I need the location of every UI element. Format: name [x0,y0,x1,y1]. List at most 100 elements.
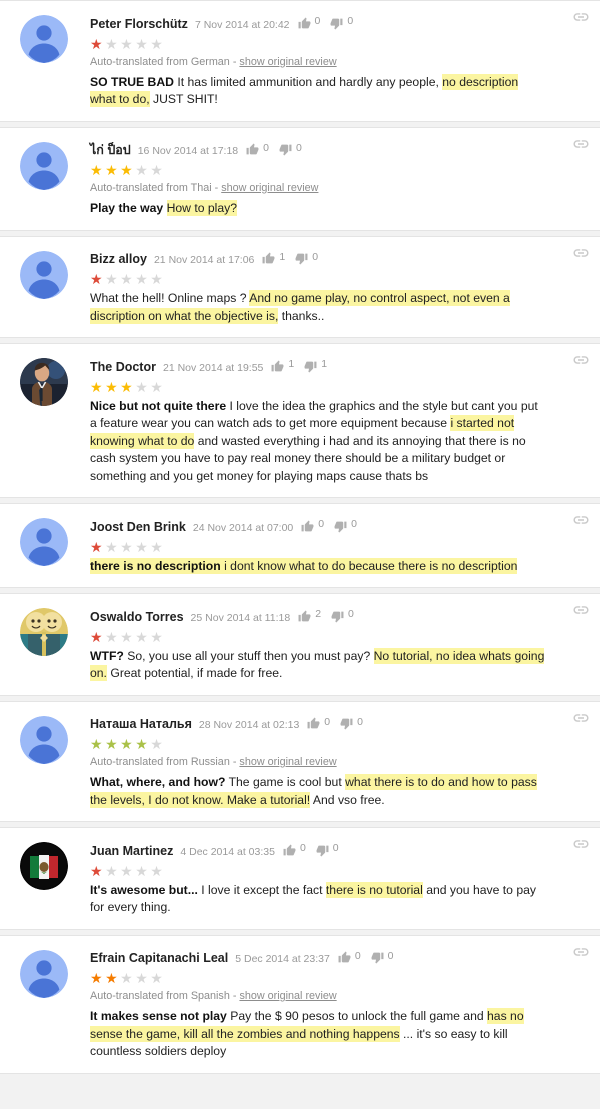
show-original-review-link[interactable]: show original review [239,990,336,1002]
thumbs-down-group[interactable]: 0 [279,140,302,156]
review-card: Juan Martinez 4 Dec 2014 at 03:35 0 0 ★★★★… [0,827,600,930]
translation-note: Auto-translated from Spanish - show orig… [90,989,546,1003]
star-empty-icon: ★ [120,35,136,52]
review-body: Oswaldo Torres 25 Nov 2014 at 11:18 2 0 ★★… [90,606,586,683]
link-icon[interactable] [572,351,590,369]
translation-note: Auto-translated from Russian - show orig… [90,755,546,769]
thumbs-up-count: 0 [299,842,306,854]
review-text: Nice but not quite there I love the idea… [90,398,546,486]
review-text-segment: JUST SHIT! [149,92,218,106]
review-meta: Наташа Наталья 28 Nov 2014 at 02:13 0 0 [90,714,546,734]
thumbs-up-icon[interactable] [307,717,320,730]
star-empty-icon: ★ [150,35,166,52]
thumbs-down-count: 0 [351,518,357,530]
show-original-review-link[interactable]: show original review [221,182,318,194]
thumbs-down-count: 0 [348,608,354,620]
avatar-image [20,15,68,63]
thumbs-down-icon[interactable] [279,143,292,156]
thumbs-up-icon[interactable] [262,252,275,265]
thumbs-up-icon[interactable] [338,951,351,964]
star-filled-icon: ★ [105,162,121,178]
star-filled-icon: ★ [90,736,106,752]
link-icon[interactable] [572,511,590,529]
rating-stars: ★★★★★ [90,629,546,645]
review-text-highlight: How to play? [166,200,238,216]
review-card: Peter Florschütz 7 Nov 2014 at 20:42 0 0 ★… [0,0,600,122]
thumbs-up-icon[interactable] [271,360,284,373]
thumbs-down-group[interactable]: 1 [304,356,327,372]
review-body: Juan Martinez 4 Dec 2014 at 03:35 0 0 ★★★★… [90,840,586,917]
thumbs-up-group[interactable]: 0 [246,140,269,156]
thumbs-up-group[interactable]: 1 [262,249,285,265]
thumbs-up-icon[interactable] [298,17,311,30]
star-empty-icon: ★ [150,162,166,178]
thumbs-up-group[interactable]: 2 [298,606,321,622]
avatar [20,948,68,998]
review-title: Nice but not quite there [90,398,227,413]
thumbs-up-group[interactable]: 0 [283,840,306,856]
translation-note: Auto-translated from Thai - show origina… [90,181,546,195]
thumbs-down-icon[interactable] [331,610,344,623]
thumbs-up-group[interactable]: 0 [301,516,324,532]
thumbs-up-count: 2 [315,608,322,620]
rating-stars: ★★★★★ [90,379,546,395]
star-filled-icon: ★ [90,970,106,986]
review-title: WTF? [90,648,124,663]
thumbs-up-group[interactable]: 0 [338,948,361,964]
thumbs-down-group[interactable]: 0 [371,948,394,964]
thumbs-up-group[interactable]: 1 [271,356,294,372]
thumbs-down-group[interactable]: 0 [316,840,339,856]
review-text: Play the way How to play? [90,200,546,218]
thumbs-up-icon[interactable] [283,844,296,857]
thumbs-up-group[interactable]: 0 [298,13,321,30]
link-icon[interactable] [572,8,590,26]
thumbs-down-icon[interactable] [334,520,347,533]
star-empty-icon: ★ [150,628,166,645]
review-text: there is no description i dont know what… [90,557,546,576]
review-text-segment: And vso free. [310,792,385,807]
review-text-highlight: there is no tutorial [325,881,423,898]
thumbs-down-icon[interactable] [371,951,384,964]
show-original-review-link[interactable]: show original review [239,756,336,768]
thumbs-up-icon[interactable] [246,143,259,156]
review-text: What, where, and how? The game is cool b… [90,774,546,809]
thumbs-up-group[interactable]: 0 [307,714,330,730]
rating-stars: ★★★★★ [90,736,546,752]
review-card: Efrain Capitanachi Leal 5 Dec 2014 at 23:… [0,934,600,1074]
link-icon[interactable] [572,135,590,153]
avatar-image [20,608,68,656]
link-icon[interactable] [572,943,590,961]
link-icon[interactable] [572,244,590,262]
thumbs-up-count: 1 [279,250,286,263]
link-icon[interactable] [572,709,590,727]
thumbs-down-group[interactable]: 0 [331,606,354,622]
link-icon[interactable] [572,601,590,619]
thumbs-down-icon[interactable] [330,17,343,30]
link-icon[interactable] [572,835,590,853]
thumbs-up-icon[interactable] [301,520,314,533]
review-author: Efrain Capitanachi Leal [90,951,229,965]
thumbs-down-icon[interactable] [295,252,308,265]
thumbs-down-group[interactable]: 0 [340,714,363,730]
review-author: Наташа Наталья [90,717,192,731]
review-card: Joost Den Brink 24 Nov 2014 at 07:00 0 0 ★… [0,503,600,588]
review-title: SO TRUE BAD [90,74,174,89]
thumbs-down-icon[interactable] [304,360,317,373]
translation-note-text: Auto-translated from Thai - [90,182,219,194]
thumbs-down-icon[interactable] [316,844,329,857]
avatar-image [20,250,68,299]
thumbs-down-group[interactable]: 0 [295,249,318,265]
star-empty-icon: ★ [105,538,121,555]
show-original-review-link[interactable]: show original review [239,56,336,68]
review-timestamp: 25 Nov 2014 at 11:18 [190,611,291,624]
star-filled-icon: ★ [135,736,151,752]
thumbs-up-count: 0 [263,141,269,154]
reviews-list: Peter Florschütz 7 Nov 2014 at 20:42 0 0 ★… [0,0,600,1074]
review-meta: Joost Den Brink 24 Nov 2014 at 07:00 0 0 [90,516,546,536]
thumbs-up-icon[interactable] [298,610,311,623]
thumbs-down-group[interactable]: 0 [334,516,357,532]
thumbs-down-group[interactable]: 0 [330,13,353,29]
thumbs-up-count: 0 [314,15,321,27]
thumbs-down-icon[interactable] [340,717,353,730]
review-author: Bizz alloy [90,252,147,266]
